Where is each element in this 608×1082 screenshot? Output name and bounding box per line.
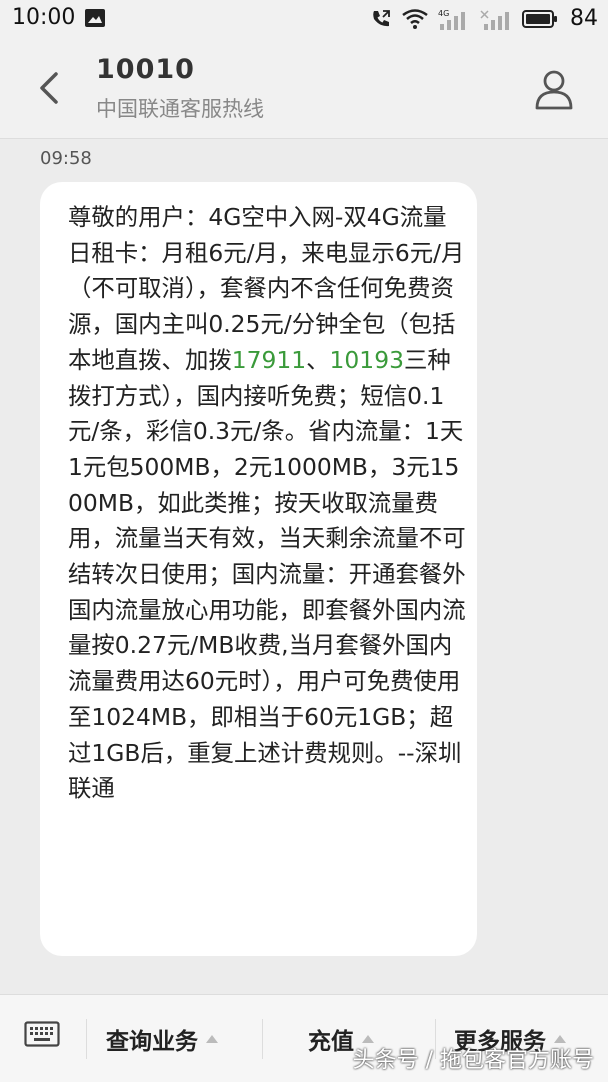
image-notification-icon (85, 9, 105, 27)
expand-up-icon (206, 1035, 218, 1043)
menu-label: 查询业务 (106, 1029, 198, 1055)
back-arrow-icon[interactable] (34, 68, 64, 108)
keyboard-icon[interactable] (24, 1021, 60, 1047)
phone-number-link[interactable]: 17911 (232, 346, 306, 374)
menu-query-business[interactable]: 查询业务 (106, 1019, 218, 1059)
message-separator: 、 (306, 345, 330, 374)
signal-4g-icon: 4G (438, 9, 465, 30)
message-bubble[interactable]: 尊敬的用户：4G空中入网-双4G流量日租卡：月租6元/月，来电显示6元/月（不可… (40, 182, 477, 956)
conversation-header: 10010 中国联通客服热线 (0, 38, 608, 139)
message-timestamp: 09:58 (40, 148, 92, 169)
watermark-text: 头条号 / 拖包客官方账号 (352, 1048, 594, 1073)
sender-number: 10010 (96, 54, 195, 85)
battery-icon (522, 9, 557, 28)
menu-divider (262, 1019, 263, 1059)
message-text: 尊敬的用户：4G空中入网-双4G流量日租卡：月租6元/月，来电显示6元/月（不可… (68, 200, 468, 807)
status-time: 10:00 (12, 5, 76, 30)
message-text-part-2: 三种拨打方式），国内接听免费；短信0.1元/条，彩信0.3元/条。省内流量：1天… (68, 345, 466, 803)
call-forward-icon (373, 9, 390, 26)
menu-divider (86, 1019, 87, 1059)
contact-person-icon[interactable] (534, 68, 574, 110)
signal-icon (480, 9, 509, 30)
battery-level: 84 (570, 6, 598, 31)
wifi-icon (402, 8, 428, 29)
sender-name: 中国联通客服热线 (96, 97, 264, 121)
phone-number-link[interactable]: 10193 (330, 346, 404, 374)
menu-label: 充值 (308, 1029, 354, 1055)
svg-text:4G: 4G (438, 9, 449, 18)
status-bar: 10:00 4G 84 (0, 0, 608, 38)
